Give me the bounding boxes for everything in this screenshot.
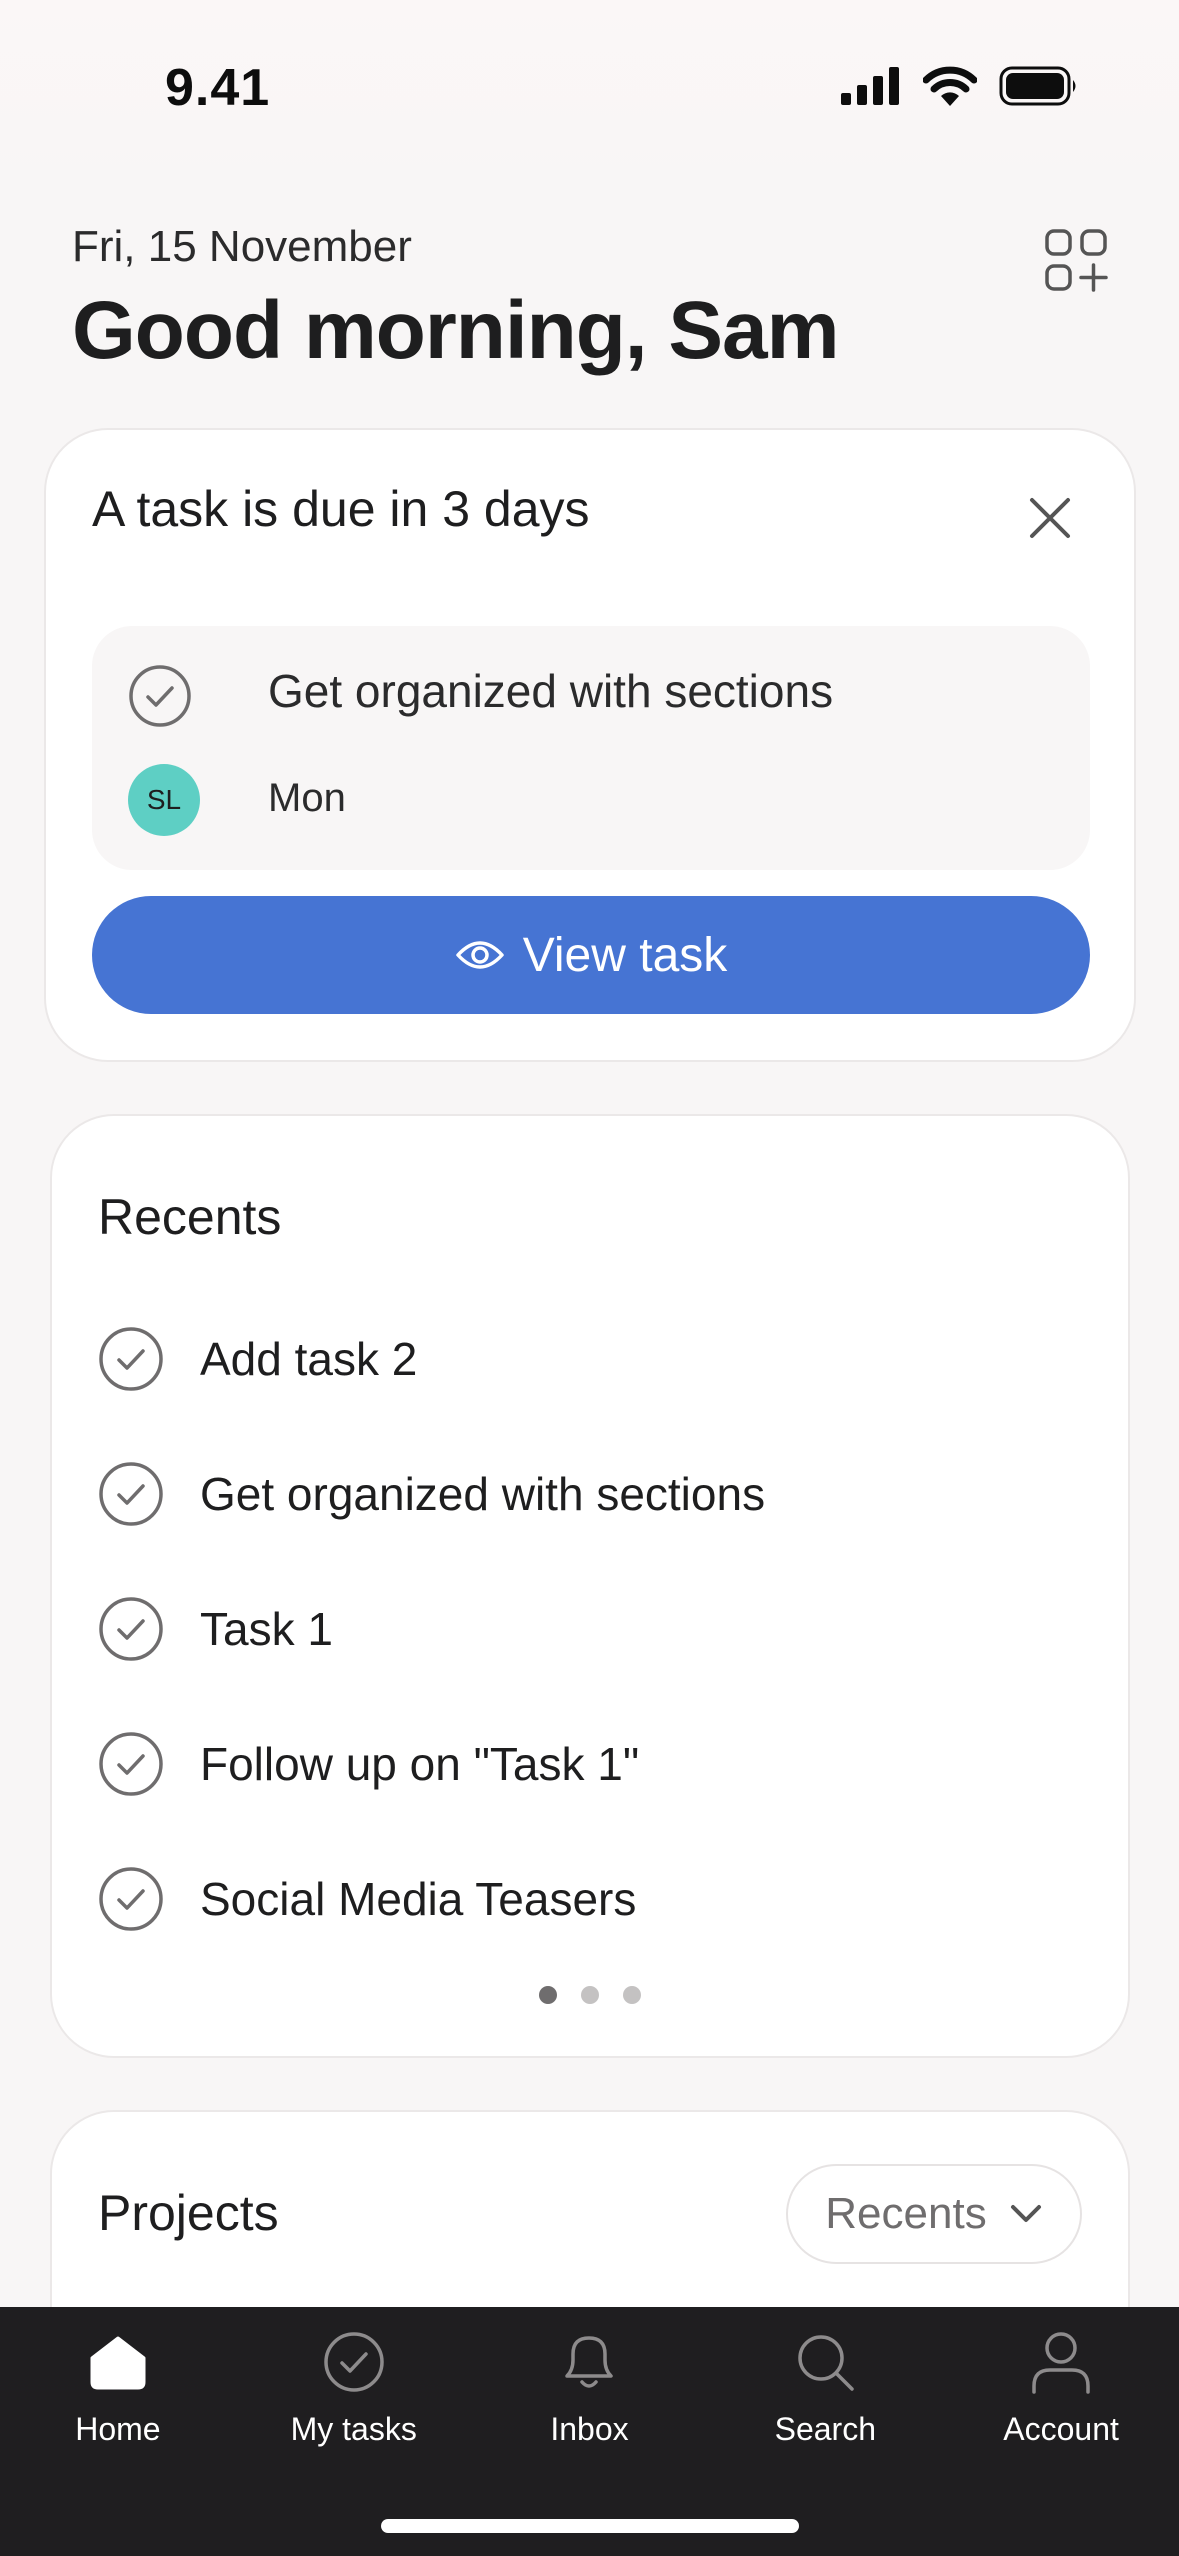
assignee-avatar: SL: [128, 764, 200, 836]
page-indicator[interactable]: [52, 1986, 1128, 2004]
check-circle-icon[interactable]: [98, 1731, 164, 1797]
tab-inbox[interactable]: Inbox: [472, 2329, 708, 2457]
recents-list: Add task 2 Get organized with sections T…: [98, 1326, 1078, 2001]
list-item[interactable]: Add task 2: [98, 1326, 1078, 1461]
battery-icon: [999, 66, 1076, 106]
task-name: Task 1: [200, 1603, 333, 1655]
home-indicator[interactable]: [381, 2519, 799, 2533]
list-item[interactable]: Task 1: [98, 1596, 1078, 1731]
task-name: Follow up on "Task 1": [200, 1738, 640, 1790]
tab-label: Account: [1003, 2411, 1119, 2447]
home-screen: 9.41 Fri, 15 November Good morning, Sam: [0, 0, 1179, 2556]
projects-title: Projects: [98, 2185, 279, 2241]
tab-search[interactable]: Search: [707, 2329, 943, 2457]
tab-home[interactable]: Home: [0, 2329, 236, 2457]
due-task-card: A task is due in 3 days Get organized wi…: [44, 428, 1136, 1062]
status-time: 9.41: [165, 59, 271, 117]
page-dot-1[interactable]: [539, 1986, 557, 2004]
wifi-icon: [923, 66, 977, 106]
tab-label: Inbox: [550, 2411, 629, 2447]
list-item[interactable]: Get organized with sections: [98, 1461, 1078, 1596]
eye-icon: [455, 941, 504, 969]
projects-sort-dropdown[interactable]: Recents: [786, 2164, 1082, 2264]
close-icon: [1030, 498, 1070, 538]
page-header: Fri, 15 November Good morning, Sam: [72, 222, 1112, 378]
page-dot-2[interactable]: [581, 1986, 599, 2004]
tab-my-tasks[interactable]: My tasks: [236, 2329, 472, 2457]
tab-label: My tasks: [290, 2411, 417, 2447]
task-name: Social Media Teasers: [200, 1873, 637, 1925]
task-name: Add task 2: [200, 1333, 418, 1385]
due-card-title: A task is due in 3 days: [92, 481, 590, 537]
grid-plus-icon: [1045, 229, 1108, 292]
list-item[interactable]: Follow up on "Task 1": [98, 1731, 1078, 1866]
sort-value: Recents: [825, 2189, 987, 2238]
recents-card: Recents Add task 2 Get organized with se…: [50, 1114, 1130, 2058]
list-item[interactable]: Social Media Teasers: [98, 1866, 1078, 2001]
greeting-title: Good morning, Sam: [72, 285, 840, 376]
page-dot-3[interactable]: [623, 1986, 641, 2004]
check-circle-icon[interactable]: [98, 1866, 164, 1932]
person-icon: [1032, 2332, 1090, 2394]
due-task-name: Get organized with sections: [268, 665, 834, 717]
tab-label: Home: [75, 2411, 161, 2447]
status-icons: [841, 66, 1079, 106]
dismiss-button[interactable]: [1022, 490, 1078, 546]
task-name: Get organized with sections: [200, 1468, 766, 1520]
chevron-down-icon: [1010, 2205, 1041, 2222]
recents-title: Recents: [98, 1189, 282, 1245]
due-task-item[interactable]: Get organized with sections SL Mon: [92, 626, 1090, 870]
tab-label: Search: [774, 2411, 876, 2447]
view-task-label: View task: [522, 928, 728, 982]
tab-bar: Home My tasks Inbox Search Account: [0, 2307, 1179, 2556]
status-bar: 9.41: [0, 0, 1179, 150]
search-icon: [798, 2335, 855, 2391]
current-date: Fri, 15 November: [72, 222, 412, 271]
check-circle-icon: [323, 2332, 384, 2392]
check-circle-icon[interactable]: [98, 1461, 164, 1527]
customize-widgets-button[interactable]: [1041, 225, 1111, 295]
cellular-signal-icon: [841, 67, 899, 105]
view-task-button[interactable]: View task: [92, 896, 1090, 1014]
home-icon: [90, 2336, 146, 2390]
bell-icon: [565, 2336, 614, 2388]
check-circle-icon[interactable]: [98, 1596, 164, 1662]
due-date: Mon: [268, 776, 346, 820]
tab-account[interactable]: Account: [943, 2329, 1179, 2457]
check-circle-icon[interactable]: [128, 664, 192, 728]
check-circle-icon[interactable]: [98, 1326, 164, 1392]
